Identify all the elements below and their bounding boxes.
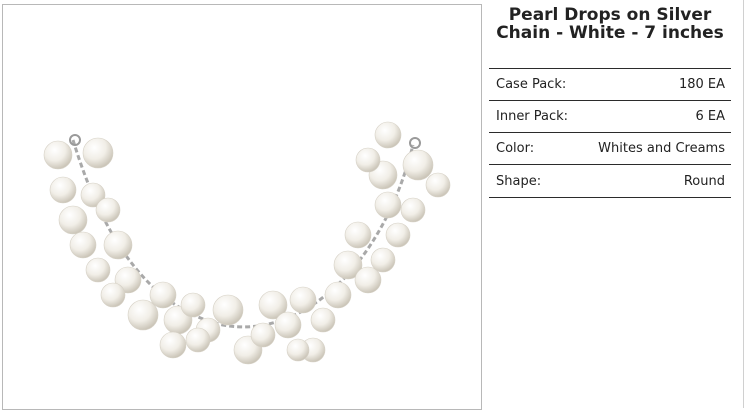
pearl xyxy=(69,231,97,259)
pearl xyxy=(100,282,126,308)
pearl xyxy=(180,292,206,318)
attribute-label: Shape: xyxy=(496,173,542,189)
attribute-row-shape: Shape: Round xyxy=(489,164,731,198)
pearl xyxy=(370,247,396,273)
product-image-panel[interactable] xyxy=(2,4,482,410)
pearl-drop-necklace-image xyxy=(43,121,451,365)
jump-ring xyxy=(409,137,421,149)
pearl xyxy=(425,172,451,198)
pearl xyxy=(344,221,372,249)
pearl xyxy=(274,311,302,339)
attribute-row-inner-pack: Inner Pack: 6 EA xyxy=(489,100,731,132)
pearl xyxy=(286,338,310,362)
pearl xyxy=(95,197,121,223)
pearl xyxy=(82,137,114,169)
pearl xyxy=(289,286,317,314)
pearl xyxy=(354,266,382,294)
pearl xyxy=(212,294,244,326)
attribute-label: Case Pack: xyxy=(496,77,567,92)
pearl xyxy=(250,322,276,348)
pearl xyxy=(49,176,77,204)
pearl xyxy=(149,281,177,309)
pearl xyxy=(374,121,402,149)
attribute-value: Round xyxy=(683,173,725,189)
attribute-value: 6 EA xyxy=(695,109,725,124)
pearl xyxy=(43,140,73,170)
attribute-value: Whites and Creams xyxy=(598,141,725,156)
pearl xyxy=(310,307,336,333)
pearl xyxy=(402,149,434,181)
pearl xyxy=(355,147,381,173)
attribute-row-case-pack: Case Pack: 180 EA xyxy=(489,68,731,100)
product-info-panel: Pearl Drops on Silver Chain - White - 7 … xyxy=(489,4,731,198)
attribute-label: Inner Pack: xyxy=(496,109,569,124)
page-divider xyxy=(743,0,744,408)
pearl xyxy=(58,205,88,235)
pearl xyxy=(85,257,111,283)
attribute-label: Color: xyxy=(496,141,535,156)
pearl xyxy=(103,230,133,260)
pearl xyxy=(385,222,411,248)
attribute-row-color: Color: Whites and Creams xyxy=(489,132,731,164)
product-title: Pearl Drops on Silver Chain - White - 7 … xyxy=(496,5,724,43)
pearl xyxy=(324,281,352,309)
pearl xyxy=(374,191,402,219)
pearl xyxy=(127,299,159,331)
product-attributes-table: Case Pack: 180 EA Inner Pack: 6 EA Color… xyxy=(489,68,731,198)
pearl xyxy=(185,327,211,353)
pearl xyxy=(400,197,426,223)
attribute-value: 180 EA xyxy=(678,77,725,92)
pearl xyxy=(159,331,187,359)
